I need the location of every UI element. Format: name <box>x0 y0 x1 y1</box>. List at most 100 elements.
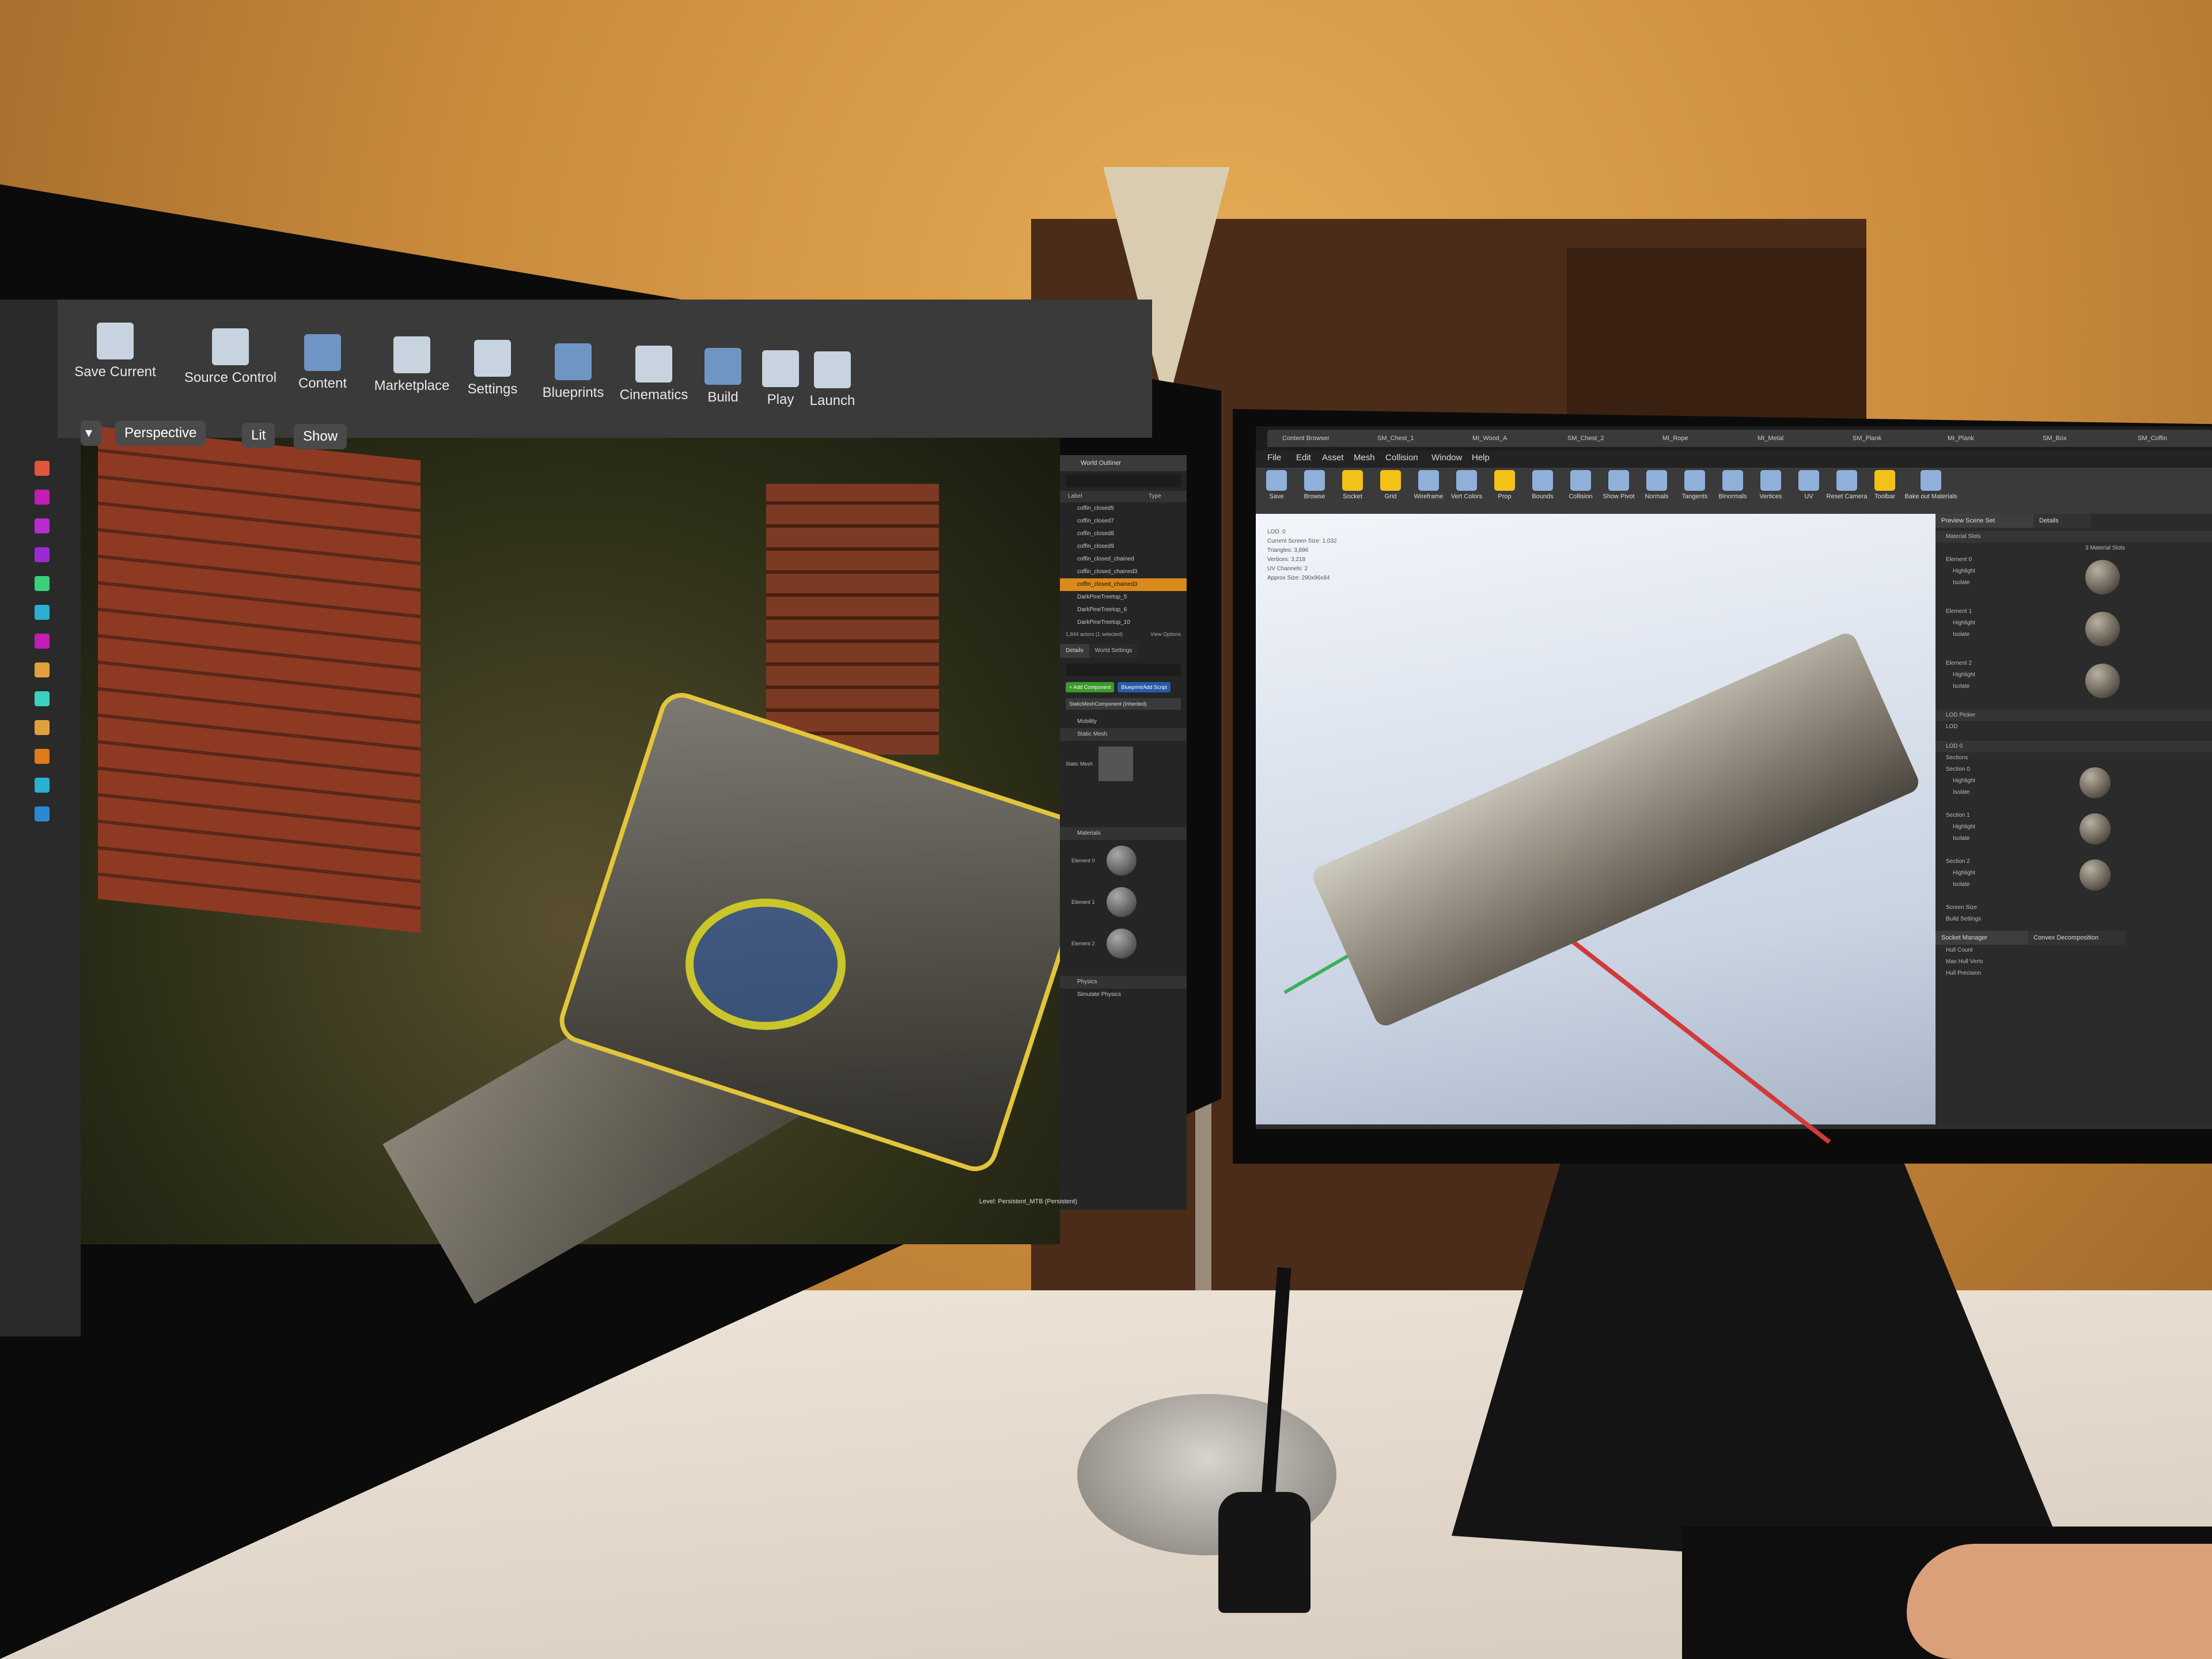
palette-swatch[interactable] <box>35 461 50 476</box>
show-pivot-button[interactable]: Show Pivot <box>1598 470 1639 500</box>
highlight-checkbox[interactable]: Highlight <box>1936 566 2212 577</box>
world-settings-tab[interactable]: World Settings <box>1089 644 1138 658</box>
palette-swatch[interactable] <box>35 806 50 821</box>
list-item[interactable]: coffin_closed5 <box>1060 502 1187 515</box>
prop-button[interactable]: Prop <box>1484 470 1525 500</box>
vert-colors-button[interactable]: Vert Colors <box>1446 470 1487 500</box>
isolate-checkbox[interactable]: Isolate <box>1936 681 2212 692</box>
details-tab[interactable]: Details <box>1060 644 1089 658</box>
menu-mesh[interactable]: Mesh <box>1354 453 1375 463</box>
viewport-menu-button[interactable]: ▾ <box>81 421 101 446</box>
material-thumbnail[interactable] <box>2085 560 2120 594</box>
toolbar-button[interactable]: Toolbar <box>1864 470 1906 500</box>
list-item[interactable]: DarkPineTreetop_10 <box>1060 616 1187 629</box>
show-button[interactable]: Show <box>294 424 347 449</box>
socket-button[interactable]: Socket <box>1332 470 1373 500</box>
bake-materials-button[interactable]: Bake out Materials <box>1902 470 1960 500</box>
editor-tab[interactable]: MI_Metal <box>1743 430 1850 447</box>
list-item-selected[interactable]: coffin_closed_chained3 <box>1060 578 1187 591</box>
editor-tab[interactable]: SM_Box <box>2028 430 2135 447</box>
content-button[interactable]: Content <box>282 334 363 392</box>
build-settings-section[interactable]: Build Settings <box>1936 914 2212 925</box>
transform-gizmo[interactable] <box>685 899 846 1030</box>
editor-tab[interactable]: MI_Rope <box>1647 430 1755 447</box>
material-thumbnail[interactable] <box>2080 767 2111 798</box>
outliner-col-label[interactable]: Label <box>1060 491 1149 502</box>
blueprint-button[interactable]: Blueprint/Add Script <box>1118 682 1171 692</box>
build-button[interactable]: Build <box>691 348 755 406</box>
outliner-tab[interactable]: World Outliner <box>1060 455 1187 471</box>
vertices-button[interactable]: Vertices <box>1750 470 1791 500</box>
marketplace-button[interactable]: Marketplace <box>363 336 461 394</box>
save-current-button[interactable]: Save Current <box>63 323 167 380</box>
list-item[interactable]: coffin_closed7 <box>1060 515 1187 528</box>
details-tab[interactable]: Details <box>2033 514 2091 528</box>
palette-swatch[interactable] <box>35 778 50 793</box>
palette-swatch[interactable] <box>35 576 50 591</box>
settings-button[interactable]: Settings <box>455 340 530 397</box>
collision-button[interactable]: Collision <box>1560 470 1601 500</box>
normals-button[interactable]: Normals <box>1636 470 1677 500</box>
menu-asset[interactable]: Asset <box>1322 453 1344 463</box>
material-thumbnail[interactable] <box>2080 859 2111 891</box>
isolate-checkbox[interactable]: Isolate <box>1936 629 2212 641</box>
outliner-search-input[interactable] <box>1066 475 1181 487</box>
wireframe-button[interactable]: Wireframe <box>1408 470 1449 500</box>
highlight-checkbox[interactable]: Highlight <box>1936 868 2212 879</box>
menu-file[interactable]: File <box>1267 453 1281 463</box>
perspective-button[interactable]: Perspective <box>115 421 206 446</box>
isolate-checkbox[interactable]: Isolate <box>1936 577 2212 589</box>
browse-button[interactable]: Browse <box>1294 470 1335 500</box>
palette-swatch[interactable] <box>35 749 50 764</box>
editor-tab[interactable]: SM_Plank <box>1838 430 1945 447</box>
menu-window[interactable]: Window <box>1431 453 1462 463</box>
save-button[interactable]: Save <box>1256 470 1297 500</box>
list-item[interactable]: DarkPineTreetop_5 <box>1060 591 1187 604</box>
tangents-button[interactable]: Tangents <box>1674 470 1715 500</box>
material-thumbnail[interactable] <box>1106 846 1137 876</box>
isolate-checkbox[interactable]: Isolate <box>1936 787 2212 798</box>
list-item[interactable]: coffin_closed8 <box>1060 528 1187 540</box>
physics-section[interactable]: Physics <box>1060 976 1187 988</box>
palette-swatch[interactable] <box>35 720 50 735</box>
materials-section[interactable]: Materials <box>1060 827 1187 840</box>
socket-manager-tab[interactable]: Socket Manager <box>1936 931 2028 945</box>
lit-button[interactable]: Lit <box>242 423 275 448</box>
list-item[interactable]: coffin_closed_chained <box>1060 553 1187 566</box>
menu-edit[interactable]: Edit <box>1296 453 1311 463</box>
blueprints-button[interactable]: Blueprints <box>530 343 616 401</box>
editor-tab[interactable]: SM_Chest_1 <box>1362 430 1469 447</box>
menu-collision[interactable]: Collision <box>1385 453 1418 463</box>
launch-button[interactable]: Launch <box>801 351 864 409</box>
reset-camera-button[interactable]: Reset Camera <box>1826 470 1868 500</box>
highlight-checkbox[interactable]: Highlight <box>1936 618 2212 629</box>
palette-swatch[interactable] <box>35 634 50 649</box>
lod-picker-section[interactable]: LOD Picker <box>1936 710 2212 721</box>
material-thumbnail[interactable] <box>2080 813 2111 844</box>
preview-scene-tab[interactable]: Preview Scene Set <box>1936 514 2033 528</box>
isolate-checkbox[interactable]: Isolate <box>1936 833 2212 844</box>
palette-swatch[interactable] <box>35 662 50 677</box>
static-mesh-section[interactable]: Static Mesh <box>1060 728 1187 741</box>
add-component-button[interactable]: + Add Component <box>1066 682 1115 692</box>
material-thumbnail[interactable] <box>2085 612 2120 646</box>
editor-tab-active[interactable]: SM_Coffin <box>2123 430 2212 447</box>
palette-swatch[interactable] <box>35 547 50 562</box>
grid-button[interactable]: Grid <box>1370 470 1411 500</box>
menu-help[interactable]: Help <box>1472 453 1490 463</box>
component-tree-item[interactable]: StaticMeshComponent (Inherited) <box>1066 698 1181 710</box>
static-mesh-thumbnail[interactable] <box>1099 747 1134 781</box>
details-name-field[interactable] <box>1066 664 1181 676</box>
editor-tab[interactable]: Content Browser <box>1267 430 1374 447</box>
highlight-checkbox[interactable]: Highlight <box>1936 669 2212 681</box>
lod0-section[interactable]: LOD 0 <box>1936 741 2212 752</box>
uv-button[interactable]: UV <box>1788 470 1830 500</box>
convex-decomposition-tab[interactable]: Convex Decomposition <box>2028 931 2126 945</box>
view-options-button[interactable]: View Options <box>1150 631 1181 637</box>
cinematics-button[interactable]: Cinematics <box>611 346 697 403</box>
material-slots-section[interactable]: Material Slots <box>1936 531 2212 543</box>
list-item[interactable]: coffin_closed_chained3 <box>1060 566 1187 578</box>
material-thumbnail[interactable] <box>2085 664 2120 698</box>
isolate-checkbox[interactable]: Isolate <box>1936 879 2212 891</box>
bounds-button[interactable]: Bounds <box>1522 470 1563 500</box>
